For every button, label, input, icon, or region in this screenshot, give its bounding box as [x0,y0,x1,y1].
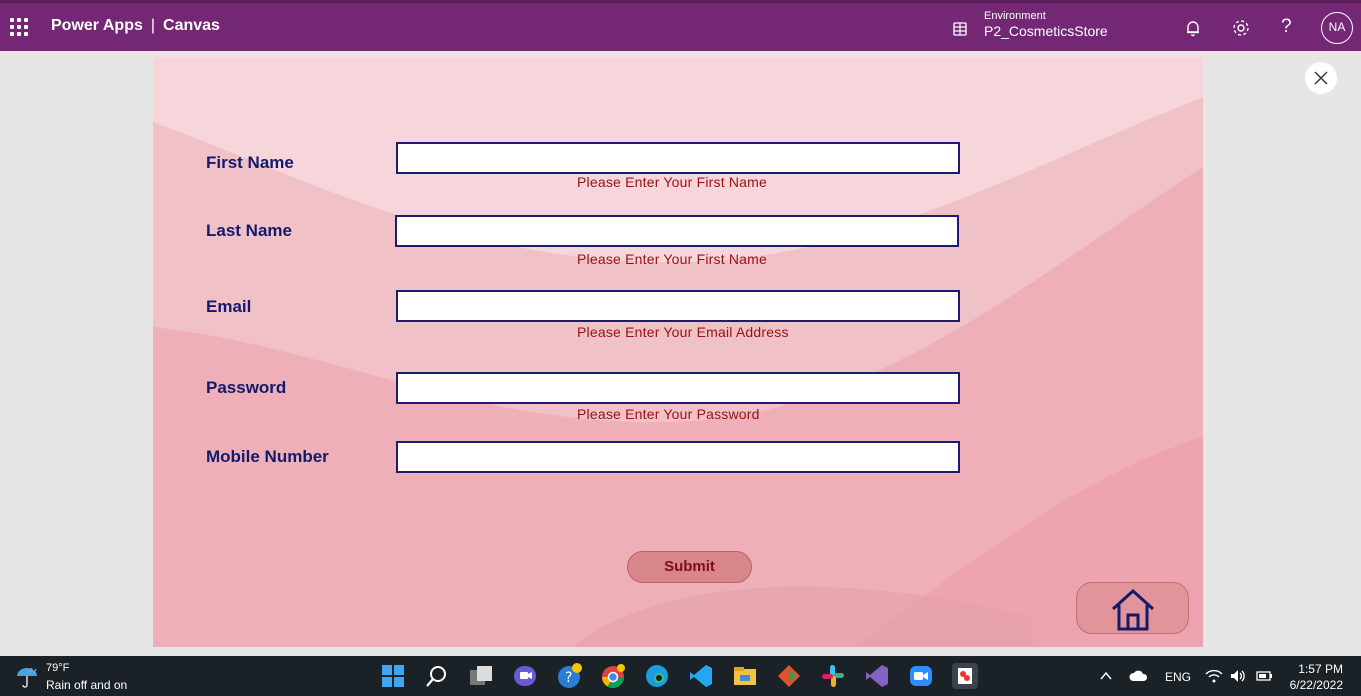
password-label: Password [206,378,287,397]
volume-icon[interactable] [1229,668,1247,684]
environment-picker[interactable]: Environment P2_CosmeticsStore [984,10,1108,39]
environment-label: Environment [984,10,1046,22]
app-title: Power Apps | Canvas [51,17,220,35]
notifications-bell-icon[interactable] [1182,17,1204,39]
first-name-input[interactable] [396,142,960,174]
weather-description[interactable]: Rain off and on [46,678,127,692]
vscode-icon[interactable] [688,663,714,689]
wifi-icon[interactable] [1205,668,1223,684]
close-icon [1314,71,1328,85]
app-mode: Canvas [163,17,220,34]
email-input[interactable] [396,290,960,322]
snipping-tool-icon[interactable] [952,663,978,689]
submit-button[interactable]: Submit [627,551,752,583]
home-icon [1111,588,1155,631]
windows-taskbar: 79°F Rain off and on ? ENG 1:57 PM 6/22/… [0,656,1361,696]
zoom-icon[interactable] [908,663,934,689]
user-avatar[interactable]: NA [1321,12,1353,44]
input-language-indicator[interactable]: ENG [1165,670,1191,684]
mobile-number-label: Mobile Number [206,447,329,466]
app-header: Power Apps | Canvas Environment P2_Cosmeti… [0,0,1361,51]
app-canvas: First Name Please Enter Your First Name … [153,57,1203,647]
weather-temperature[interactable]: 79°F [46,662,69,674]
environment-value: P2_CosmeticsStore [984,23,1108,39]
password-input[interactable] [396,372,960,404]
clock-time: 1:57 PM [1298,662,1343,676]
email-error: Please Enter Your Email Address [577,324,789,340]
password-error: Please Enter Your Password [577,406,760,422]
edge-icon[interactable] [644,663,670,689]
last-name-error: Please Enter Your First Name [577,251,768,267]
environment-icon[interactable] [950,19,970,39]
chrome-icon[interactable] [600,663,626,689]
help-icon[interactable]: ? [1281,16,1292,38]
file-explorer-icon[interactable] [732,663,758,689]
weather-rain-icon[interactable] [14,664,40,688]
svg-text:?: ? [565,670,572,686]
title-separator: | [150,17,156,34]
onedrive-cloud-icon[interactable] [1129,668,1149,684]
app-launcher-icon[interactable] [10,18,28,36]
app-name[interactable]: Power Apps [51,17,143,34]
last-name-label: Last Name [206,221,292,240]
slack-icon[interactable] [820,663,846,689]
battery-icon[interactable] [1254,668,1274,684]
mobile-number-input[interactable] [396,441,960,473]
windows-start-icon[interactable] [380,663,406,689]
last-name-input[interactable] [395,215,959,247]
settings-gear-icon[interactable] [1230,17,1252,39]
first-name-error: Please Enter Your First Name [577,174,768,190]
search-icon[interactable] [424,663,450,689]
visual-studio-icon[interactable] [864,663,890,689]
show-hidden-icons-chevron-icon[interactable] [1098,668,1114,684]
task-view-icon[interactable] [468,663,494,689]
close-preview-button[interactable] [1305,62,1337,94]
git-tool-icon[interactable] [776,663,802,689]
clock-date: 6/22/2022 [1289,678,1343,692]
first-name-label: First Name [206,153,294,172]
system-clock[interactable]: 1:57 PM 6/22/2022 [1283,661,1343,693]
email-label: Email [206,297,252,316]
home-button[interactable] [1076,582,1189,634]
get-help-icon[interactable]: ? [556,663,582,689]
teams-chat-icon[interactable] [512,663,538,689]
